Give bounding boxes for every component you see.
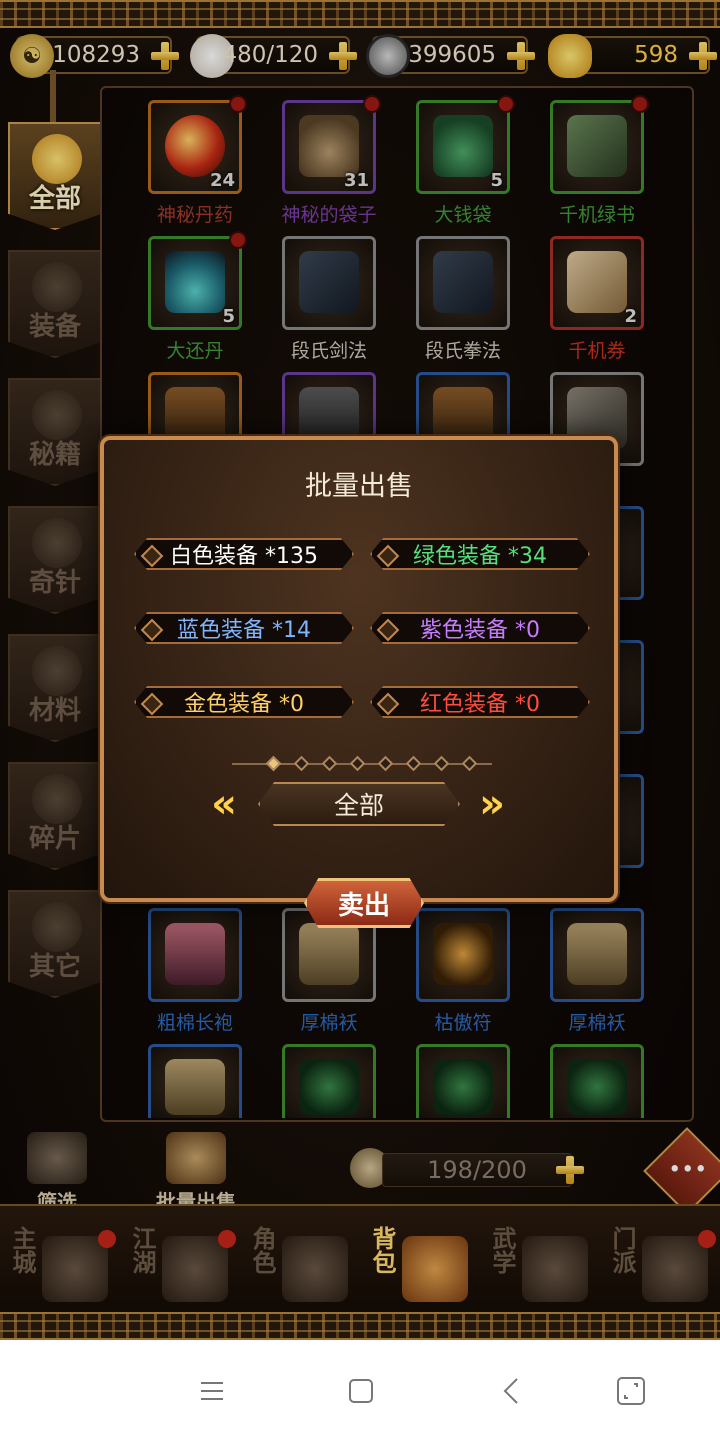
sell-white-option[interactable]: 白色装备 *135: [134, 538, 354, 570]
category-selector[interactable]: 全部: [258, 782, 460, 826]
sell-label: 卖出: [337, 890, 390, 921]
prev-arrow-button[interactable]: «: [202, 784, 246, 824]
game-screen: ☯ 108293 480/120 399605 598 全部 装备 秘籍 奇针 …: [0, 0, 720, 1340]
sell-green-option[interactable]: 绿色装备 *34: [370, 538, 590, 570]
option-label: 紫色装备 *0: [420, 618, 540, 643]
next-arrow-button[interactable]: »: [470, 784, 514, 824]
page-dot[interactable]: [405, 755, 422, 772]
page-dot[interactable]: [433, 755, 450, 772]
option-label: 绿色装备 *34: [413, 544, 547, 569]
sell-button[interactable]: 卖出: [304, 878, 424, 928]
fullscreen-icon[interactable]: [616, 1376, 646, 1406]
page-dot[interactable]: [265, 755, 282, 772]
sell-purple-option[interactable]: 紫色装备 *0: [370, 612, 590, 644]
system-nav-bar: [0, 1340, 720, 1440]
dialog-title: 批量出售: [305, 471, 413, 502]
page-indicator: [232, 755, 492, 772]
page-dot[interactable]: [461, 755, 478, 772]
option-label: 红色装备 *0: [420, 692, 540, 717]
option-label: 金色装备 *0: [184, 692, 304, 717]
page-dot[interactable]: [321, 755, 338, 772]
double-chevron-right-icon: »: [479, 781, 505, 827]
page-dot[interactable]: [349, 755, 366, 772]
page-dot[interactable]: [377, 755, 394, 772]
sell-gold-option[interactable]: 金色装备 *0: [134, 686, 354, 718]
batch-sell-dialog: 批量出售 白色装备 *135 绿色装备 *34 蓝色装备 *14 紫色装备 *0…: [100, 436, 618, 928]
home-icon[interactable]: [346, 1376, 376, 1406]
sell-red-option[interactable]: 红色装备 *0: [370, 686, 590, 718]
menu-icon[interactable]: [197, 1376, 227, 1406]
option-label: 蓝色装备 *14: [177, 618, 311, 643]
selector-value: 全部: [333, 791, 384, 820]
option-label: 白色装备 *135: [170, 544, 318, 569]
double-chevron-left-icon: «: [211, 781, 237, 827]
page-dot[interactable]: [293, 755, 310, 772]
sell-blue-option[interactable]: 蓝色装备 *14: [134, 612, 354, 644]
back-icon[interactable]: [497, 1376, 527, 1406]
